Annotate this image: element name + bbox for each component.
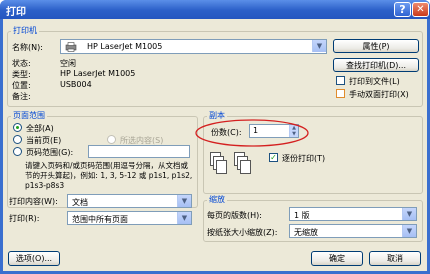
radio-current-page[interactable] (13, 135, 22, 144)
radio-pages[interactable] (13, 147, 22, 156)
page-icon-3 (216, 160, 227, 174)
chevron-down-icon: ▼ (177, 195, 191, 207)
print-which-value: 范围中所有页面 (72, 215, 128, 224)
properties-button[interactable]: 属性(P) (333, 39, 419, 53)
manual-duplex-checkbox[interactable] (336, 89, 345, 98)
zoom-group-title: 缩放 (207, 194, 227, 205)
type-label: 类型: (12, 70, 31, 79)
help-icon: ? (399, 3, 406, 16)
chevron-down-icon: ▼ (312, 40, 326, 52)
printer-name-select[interactable]: HP LaserJet M1005 ▼ (60, 39, 327, 54)
location-label: 位置: (12, 81, 31, 90)
print-which-label: 打印(R): (9, 214, 40, 223)
radio-all[interactable] (13, 123, 22, 132)
print-dialog: 打印 ? ✕ 打印机 名称(N): HP LaserJet M1005 ▼ 状态… (0, 0, 430, 274)
page-range-hint: 请键入页码和/或页码范围(用逗号分隔，从文档或节的开头算起)，例如: 1, 3,… (25, 161, 193, 190)
scale-value: 无缩放 (294, 228, 318, 237)
radio-current-page-label: 当前页(E) (26, 136, 62, 145)
title-bar: 打印 ? ✕ (0, 0, 430, 19)
options-button[interactable]: 选项(O)... (8, 251, 60, 266)
pages-per-sheet-select[interactable]: 1 版 ▼ (289, 207, 417, 221)
highlight-circle-icon (195, 119, 309, 147)
help-button[interactable]: ? (394, 2, 411, 17)
radio-all-label: 全部(A) (26, 124, 54, 133)
ok-button[interactable]: 确定 (311, 251, 363, 266)
status-label: 状态: (12, 59, 31, 68)
print-which-select[interactable]: 范围中所有页面 ▼ (67, 211, 192, 225)
printer-group-title: 打印机 (11, 25, 39, 36)
page-icon-6 (240, 160, 251, 174)
pages-per-sheet-value: 1 版 (294, 211, 310, 220)
close-button[interactable]: ✕ (412, 2, 429, 17)
printer-name-label: 名称(N): (12, 43, 43, 52)
scale-select[interactable]: 无缩放 ▼ (289, 224, 417, 238)
chevron-down-icon: ▼ (402, 225, 416, 237)
page-range-group-title: 页面范围 (11, 110, 47, 121)
collate-checkbox[interactable]: ✓ (269, 153, 278, 162)
printer-name-value: HP LaserJet M1005 (87, 42, 163, 51)
dialog-body: 打印机 名称(N): HP LaserJet M1005 ▼ 状态: 空闲 类型… (3, 19, 427, 271)
scale-label: 按纸张大小缩放(Z): (207, 228, 278, 237)
chevron-down-icon: ▼ (177, 212, 191, 224)
close-icon: ✕ (416, 4, 425, 15)
print-what-value: 文档 (72, 198, 88, 207)
chevron-down-icon: ▼ (402, 208, 416, 220)
page-range-input[interactable] (88, 145, 190, 158)
status-value: 空闲 (60, 59, 76, 68)
print-to-file-label: 打印到文件(L) (349, 77, 400, 86)
comment-label: 备注: (12, 92, 31, 101)
radio-selection[interactable] (107, 135, 116, 144)
cancel-button[interactable]: 取消 (369, 251, 421, 266)
print-to-file-checkbox[interactable] (336, 76, 345, 85)
print-what-select[interactable]: 文档 ▼ (67, 194, 192, 208)
window-title: 打印 (6, 7, 26, 18)
printer-icon (65, 42, 77, 52)
collate-label: 逐份打印(T) (282, 154, 326, 163)
print-what-label: 打印内容(W): (9, 197, 58, 206)
radio-pages-label: 页码范围(G): (26, 148, 74, 157)
pages-per-sheet-label: 每页的版数(H): (207, 211, 262, 220)
find-printer-button[interactable]: 查找打印机(D)... (333, 58, 419, 72)
location-value: USB004 (60, 80, 92, 89)
manual-duplex-label: 手动双面打印(X) (349, 90, 409, 99)
type-value: HP LaserJet M1005 (60, 69, 136, 78)
